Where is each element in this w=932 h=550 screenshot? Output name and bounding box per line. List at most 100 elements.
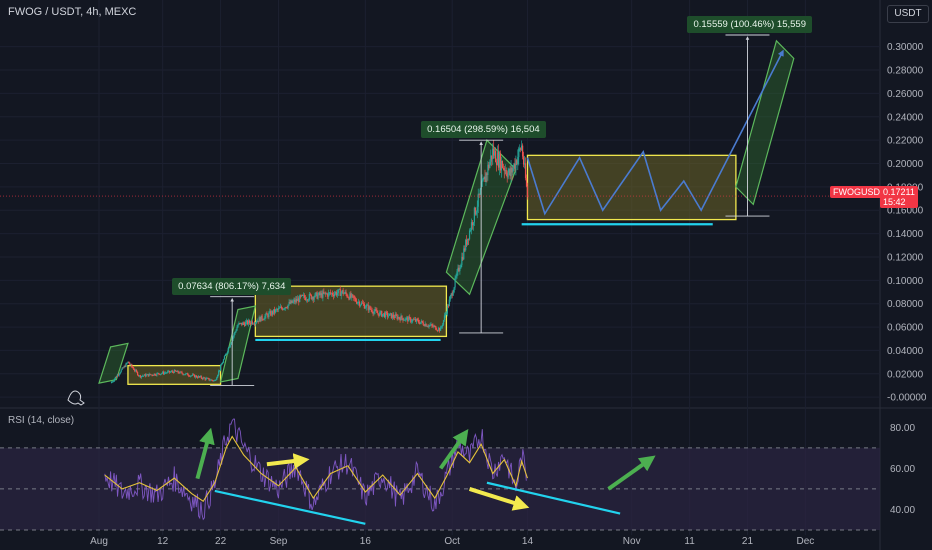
candle-body bbox=[229, 344, 231, 348]
impulse-channel bbox=[98, 342, 129, 384]
candle-body bbox=[417, 319, 420, 323]
candle-body bbox=[243, 322, 245, 324]
chart-canvas[interactable]: 0.30000 0.28000 0.26000 0.24000 0.22000 0.200… bbox=[0, 0, 932, 550]
candle-body bbox=[517, 157, 519, 165]
last-price-tag: 0.17211 15:42 bbox=[880, 186, 918, 208]
candle-body bbox=[353, 295, 355, 298]
price-axis-tick: -0.00000 bbox=[887, 393, 927, 404]
candle-body bbox=[119, 372, 121, 374]
candle-body bbox=[125, 363, 127, 367]
candle-body bbox=[398, 317, 400, 319]
chart-title: FWOG / USDT, 4h, MEXC bbox=[8, 6, 137, 18]
candle-body bbox=[452, 292, 454, 296]
candle-body bbox=[453, 287, 455, 293]
candle-body bbox=[454, 277, 456, 288]
time-axis-tick: Sep bbox=[270, 536, 288, 547]
candle-body bbox=[345, 291, 347, 295]
candle-body bbox=[317, 294, 319, 299]
candle-body bbox=[215, 379, 217, 381]
candle-body bbox=[489, 161, 491, 168]
candle-body bbox=[440, 327, 442, 331]
candle-body bbox=[225, 353, 227, 355]
candle-body bbox=[120, 369, 122, 373]
candle-body bbox=[459, 268, 461, 271]
candle-body bbox=[113, 378, 116, 381]
candle-body bbox=[409, 316, 411, 318]
currency-unit-button[interactable]: USDT bbox=[887, 5, 929, 23]
candle-body bbox=[392, 314, 394, 318]
candle-body bbox=[429, 325, 431, 327]
candle-body bbox=[132, 366, 134, 369]
candle-body bbox=[165, 372, 168, 374]
candle-body bbox=[525, 178, 528, 187]
candle-body bbox=[233, 333, 235, 337]
rsi-axis-tick: 40.00 bbox=[890, 505, 915, 516]
candle-body bbox=[115, 376, 117, 378]
candle-body bbox=[449, 296, 451, 300]
candle-body bbox=[286, 307, 288, 309]
candle-body bbox=[446, 305, 448, 314]
candle-body bbox=[479, 189, 481, 195]
measure-callout-1: 0.07634 (806.17%) 7,634 bbox=[172, 277, 292, 295]
candle-body bbox=[118, 373, 120, 376]
candle-body bbox=[343, 293, 345, 295]
candle-body bbox=[352, 294, 354, 296]
candle-body bbox=[221, 362, 224, 365]
candle-body bbox=[149, 373, 151, 375]
candle-body bbox=[234, 331, 236, 334]
candle-body bbox=[505, 170, 507, 175]
candle-body bbox=[222, 359, 225, 363]
candle-body bbox=[404, 319, 406, 321]
candle-body bbox=[136, 370, 138, 372]
time-axis-tick: 14 bbox=[522, 536, 534, 547]
candle-body bbox=[223, 356, 226, 360]
candle-body bbox=[455, 276, 457, 278]
candle-body bbox=[261, 315, 263, 320]
measure-callout-3: 0.15559 (100.46%) 15,559 bbox=[687, 16, 812, 33]
candle-body bbox=[448, 299, 450, 307]
candle-body bbox=[245, 322, 247, 326]
price-axis-tick: 0.02000 bbox=[887, 369, 924, 380]
rsi-indicator-label[interactable]: RSI (14, close) bbox=[8, 415, 74, 426]
time-axis-tick: 12 bbox=[157, 536, 169, 547]
candle-body bbox=[481, 180, 483, 187]
candle-body bbox=[303, 295, 306, 298]
candle-body bbox=[445, 313, 447, 315]
candle-body bbox=[280, 306, 282, 309]
candle-body bbox=[472, 222, 475, 226]
candle-body bbox=[362, 303, 365, 305]
candle-body bbox=[226, 351, 228, 354]
candle-body bbox=[181, 372, 183, 374]
candle-body bbox=[364, 307, 366, 309]
candle-body bbox=[208, 378, 210, 381]
candle-body bbox=[232, 336, 234, 340]
candle-body bbox=[371, 309, 373, 313]
candle-body bbox=[237, 324, 239, 328]
candle-body bbox=[411, 321, 413, 323]
candle-body bbox=[379, 312, 381, 316]
candle-body bbox=[422, 322, 424, 325]
candle-body bbox=[299, 295, 301, 303]
price-axis-tick: 0.26000 bbox=[887, 89, 924, 100]
time-axis-tick: Nov bbox=[623, 536, 641, 547]
candle-body bbox=[263, 319, 265, 320]
candle-body bbox=[224, 354, 227, 357]
price-axis-tick: 0.28000 bbox=[887, 66, 924, 77]
candle-body bbox=[171, 371, 173, 372]
candle-body bbox=[475, 211, 477, 215]
price-axis-tick: 0.06000 bbox=[887, 323, 924, 334]
candle-body bbox=[477, 193, 479, 207]
candle-body bbox=[441, 324, 444, 327]
candle-body bbox=[482, 179, 484, 181]
candle-body bbox=[137, 371, 139, 376]
candle-body bbox=[248, 320, 251, 323]
candle-body bbox=[251, 321, 254, 324]
candle-body bbox=[419, 322, 421, 324]
candle-body bbox=[460, 265, 462, 269]
price-axis-tick: 0.14000 bbox=[887, 229, 924, 240]
candle-body bbox=[501, 160, 503, 168]
candle-body bbox=[467, 238, 469, 245]
candle-body bbox=[440, 326, 443, 328]
impulse-channel bbox=[219, 305, 257, 383]
price-axis-tick: 0.04000 bbox=[887, 346, 924, 357]
